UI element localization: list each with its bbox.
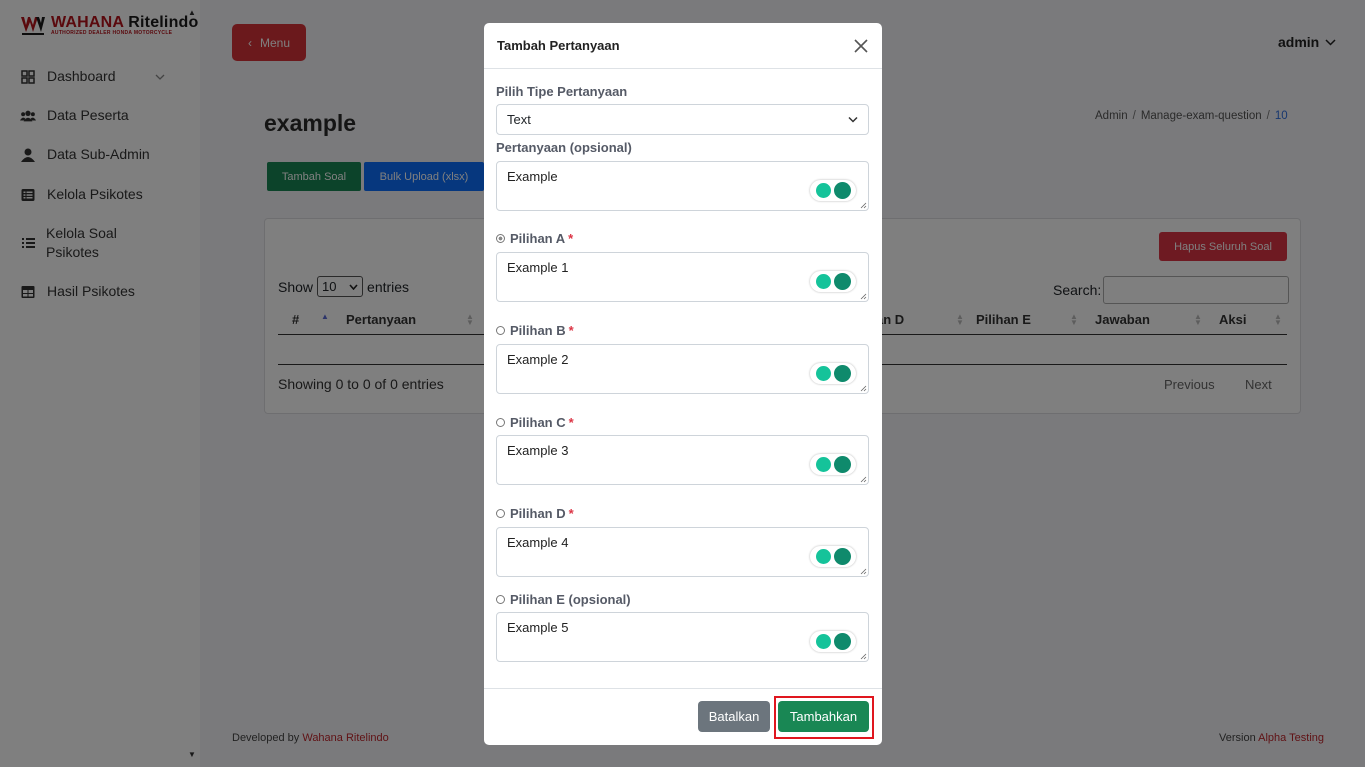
- grammarly-widget[interactable]: [810, 180, 856, 201]
- option-b-value: Example 2: [507, 352, 569, 367]
- lightbulb-icon: [816, 549, 831, 564]
- close-icon[interactable]: [854, 39, 868, 53]
- option-d-label-text: Pilihan D: [510, 506, 566, 521]
- option-e-textarea[interactable]: Example 5: [496, 612, 869, 662]
- required-marker: *: [568, 323, 574, 338]
- lightbulb-icon: [816, 274, 831, 289]
- grammarly-widget[interactable]: [810, 271, 856, 292]
- option-e-radio[interactable]: [496, 595, 505, 604]
- grammarly-widget[interactable]: [810, 454, 856, 475]
- highlight-box: [774, 696, 874, 739]
- grammarly-icon: [834, 273, 851, 290]
- lightbulb-icon: [816, 457, 831, 472]
- resize-handle-icon[interactable]: [860, 385, 867, 392]
- option-d-label: Pilihan D *: [496, 506, 574, 521]
- grammarly-icon: [834, 633, 851, 650]
- option-e-value: Example 5: [507, 620, 569, 635]
- option-a-label: Pilihan A *: [496, 231, 573, 246]
- option-a-value: Example 1: [507, 260, 569, 275]
- grammarly-icon: [834, 182, 851, 199]
- lightbulb-icon: [816, 366, 831, 381]
- option-e-label: Pilihan E (opsional): [496, 592, 634, 607]
- question-label: Pertanyaan (opsional): [496, 140, 632, 155]
- question-type-label: Pilih Tipe Pertanyaan: [496, 84, 628, 99]
- resize-handle-icon[interactable]: [860, 293, 867, 300]
- option-b-textarea[interactable]: Example 2: [496, 344, 869, 394]
- grammarly-icon: [834, 456, 851, 473]
- lightbulb-icon: [816, 634, 831, 649]
- grammarly-widget[interactable]: [810, 631, 856, 652]
- option-d-radio[interactable]: [496, 509, 505, 518]
- option-d-textarea[interactable]: Example 4: [496, 527, 869, 577]
- grammarly-widget[interactable]: [810, 363, 856, 384]
- option-a-radio[interactable]: [496, 234, 505, 243]
- add-question-modal: Tambah Pertanyaan Pilih Tipe Pertanyaan …: [484, 23, 882, 745]
- lightbulb-icon: [816, 183, 831, 198]
- grammarly-widget[interactable]: [810, 546, 856, 567]
- option-d-value: Example 4: [507, 535, 569, 550]
- chevron-down-icon: [848, 116, 858, 123]
- grammarly-icon: [834, 365, 851, 382]
- option-b-label: Pilihan B *: [496, 323, 574, 338]
- grammarly-icon: [834, 548, 851, 565]
- option-e-label-text: Pilihan E (opsional): [510, 592, 631, 607]
- required-marker: *: [568, 231, 574, 246]
- resize-handle-icon[interactable]: [860, 476, 867, 483]
- option-b-label-text: Pilihan B: [510, 323, 566, 338]
- option-c-label: Pilihan C *: [496, 415, 574, 430]
- resize-handle-icon[interactable]: [860, 568, 867, 575]
- modal-footer-divider: [484, 688, 882, 689]
- option-c-value: Example 3: [507, 443, 569, 458]
- resize-handle-icon[interactable]: [860, 202, 867, 209]
- option-c-radio[interactable]: [496, 418, 505, 427]
- resize-handle-icon[interactable]: [860, 653, 867, 660]
- required-marker: *: [568, 415, 574, 430]
- cancel-button[interactable]: Batalkan: [698, 701, 770, 732]
- question-textarea[interactable]: Example: [496, 161, 869, 211]
- option-a-textarea[interactable]: Example 1: [496, 252, 869, 302]
- option-c-label-text: Pilihan C: [510, 415, 566, 430]
- option-c-textarea[interactable]: Example 3: [496, 435, 869, 485]
- modal-header: Tambah Pertanyaan: [484, 23, 882, 69]
- modal-title: Tambah Pertanyaan: [497, 38, 620, 53]
- question-textarea-value: Example: [507, 169, 558, 184]
- option-b-radio[interactable]: [496, 326, 505, 335]
- question-type-select[interactable]: Text: [496, 104, 869, 135]
- question-type-value: Text: [507, 112, 531, 127]
- required-marker: *: [568, 506, 574, 521]
- option-a-label-text: Pilihan A: [510, 231, 566, 246]
